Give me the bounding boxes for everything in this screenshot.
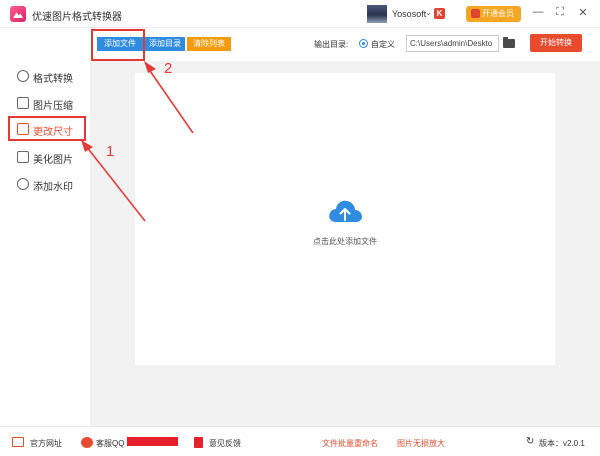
username[interactable]: Yososoft bbox=[392, 9, 426, 19]
annotation-label-step2: 2 bbox=[164, 60, 173, 77]
annotation-box-step1 bbox=[8, 116, 86, 141]
sidebar-item-beautify[interactable]: 美化图片 bbox=[10, 146, 85, 168]
sidebar-item-watermark[interactable]: 添加水印 bbox=[10, 173, 85, 195]
redacted-qq-number bbox=[127, 437, 178, 446]
drop-hint-text[interactable]: 点击此处添加文件 bbox=[0, 236, 600, 247]
custom-dir-label[interactable]: 自定义 bbox=[371, 39, 395, 50]
qq-icon bbox=[81, 437, 93, 448]
refresh-icon bbox=[17, 70, 29, 82]
sidebar-item-compress[interactable]: 图片压缩 bbox=[10, 92, 85, 114]
website-icon bbox=[12, 437, 24, 447]
clear-list-button[interactable]: 清除列表 bbox=[187, 37, 231, 51]
app-logo-icon bbox=[10, 6, 26, 22]
maximize-button[interactable]: ⛶ bbox=[553, 6, 567, 19]
feedback-icon bbox=[194, 437, 203, 448]
toolbar: 添加文件 添加目录 清除列表 输出目录: 自定义 开始转换 bbox=[90, 29, 600, 61]
minimize-button[interactable]: — bbox=[531, 6, 545, 18]
sidebar-item-label: 格式转换 bbox=[33, 74, 73, 85]
lossless-zoom-link[interactable]: 图片无损放大 bbox=[397, 438, 445, 449]
watermark-icon bbox=[17, 178, 29, 190]
batch-rename-link[interactable]: 文件批量重命名 bbox=[322, 438, 378, 449]
annotation-label-step1: 1 bbox=[106, 143, 115, 160]
title-bar: 优速图片格式转换器 Yososoft ⌄ K 开通会员 — ⛶ ✕ bbox=[0, 0, 600, 28]
vip-button[interactable]: 开通会员 bbox=[466, 6, 521, 22]
support-qq-link[interactable]: 客服QQ bbox=[96, 438, 124, 449]
close-button[interactable]: ✕ bbox=[576, 6, 590, 19]
compress-icon bbox=[17, 97, 29, 109]
beautify-icon bbox=[17, 151, 29, 163]
sidebar-item-label: 美化图片 bbox=[33, 155, 73, 166]
output-dir-label: 输出目录: bbox=[314, 40, 349, 49]
vip-label: 开通会员 bbox=[482, 9, 514, 18]
folder-icon[interactable] bbox=[503, 37, 515, 48]
output-path-input[interactable] bbox=[406, 35, 499, 52]
footer: 官方网址 客服QQ 意见反馈 文件批量重命名 图片无损放大 ↻ 版本：v2.0.… bbox=[0, 426, 600, 456]
sidebar-item-label: 添加水印 bbox=[33, 182, 73, 193]
app-title: 优速图片格式转换器 bbox=[32, 12, 122, 23]
avatar[interactable] bbox=[367, 5, 387, 23]
chevron-down-icon[interactable]: ⌄ bbox=[425, 8, 432, 17]
cloud-upload-icon[interactable] bbox=[327, 198, 363, 224]
custom-dir-radio[interactable] bbox=[359, 39, 368, 48]
logout-icon[interactable]: K bbox=[434, 8, 445, 19]
add-folder-button[interactable]: 添加目录 bbox=[145, 37, 185, 51]
annotation-box-step2 bbox=[91, 29, 145, 61]
feedback-link[interactable]: 意见反馈 bbox=[209, 438, 241, 449]
sidebar-item-format-convert[interactable]: 格式转换 bbox=[10, 65, 85, 87]
crown-icon bbox=[471, 9, 480, 18]
version-text: 版本：v2.0.1 bbox=[539, 439, 585, 448]
refresh-icon[interactable]: ↻ bbox=[526, 436, 534, 447]
start-convert-button[interactable]: 开始转换 bbox=[530, 34, 582, 52]
sidebar-item-label: 图片压缩 bbox=[33, 101, 73, 112]
website-link[interactable]: 官方网址 bbox=[30, 438, 62, 449]
